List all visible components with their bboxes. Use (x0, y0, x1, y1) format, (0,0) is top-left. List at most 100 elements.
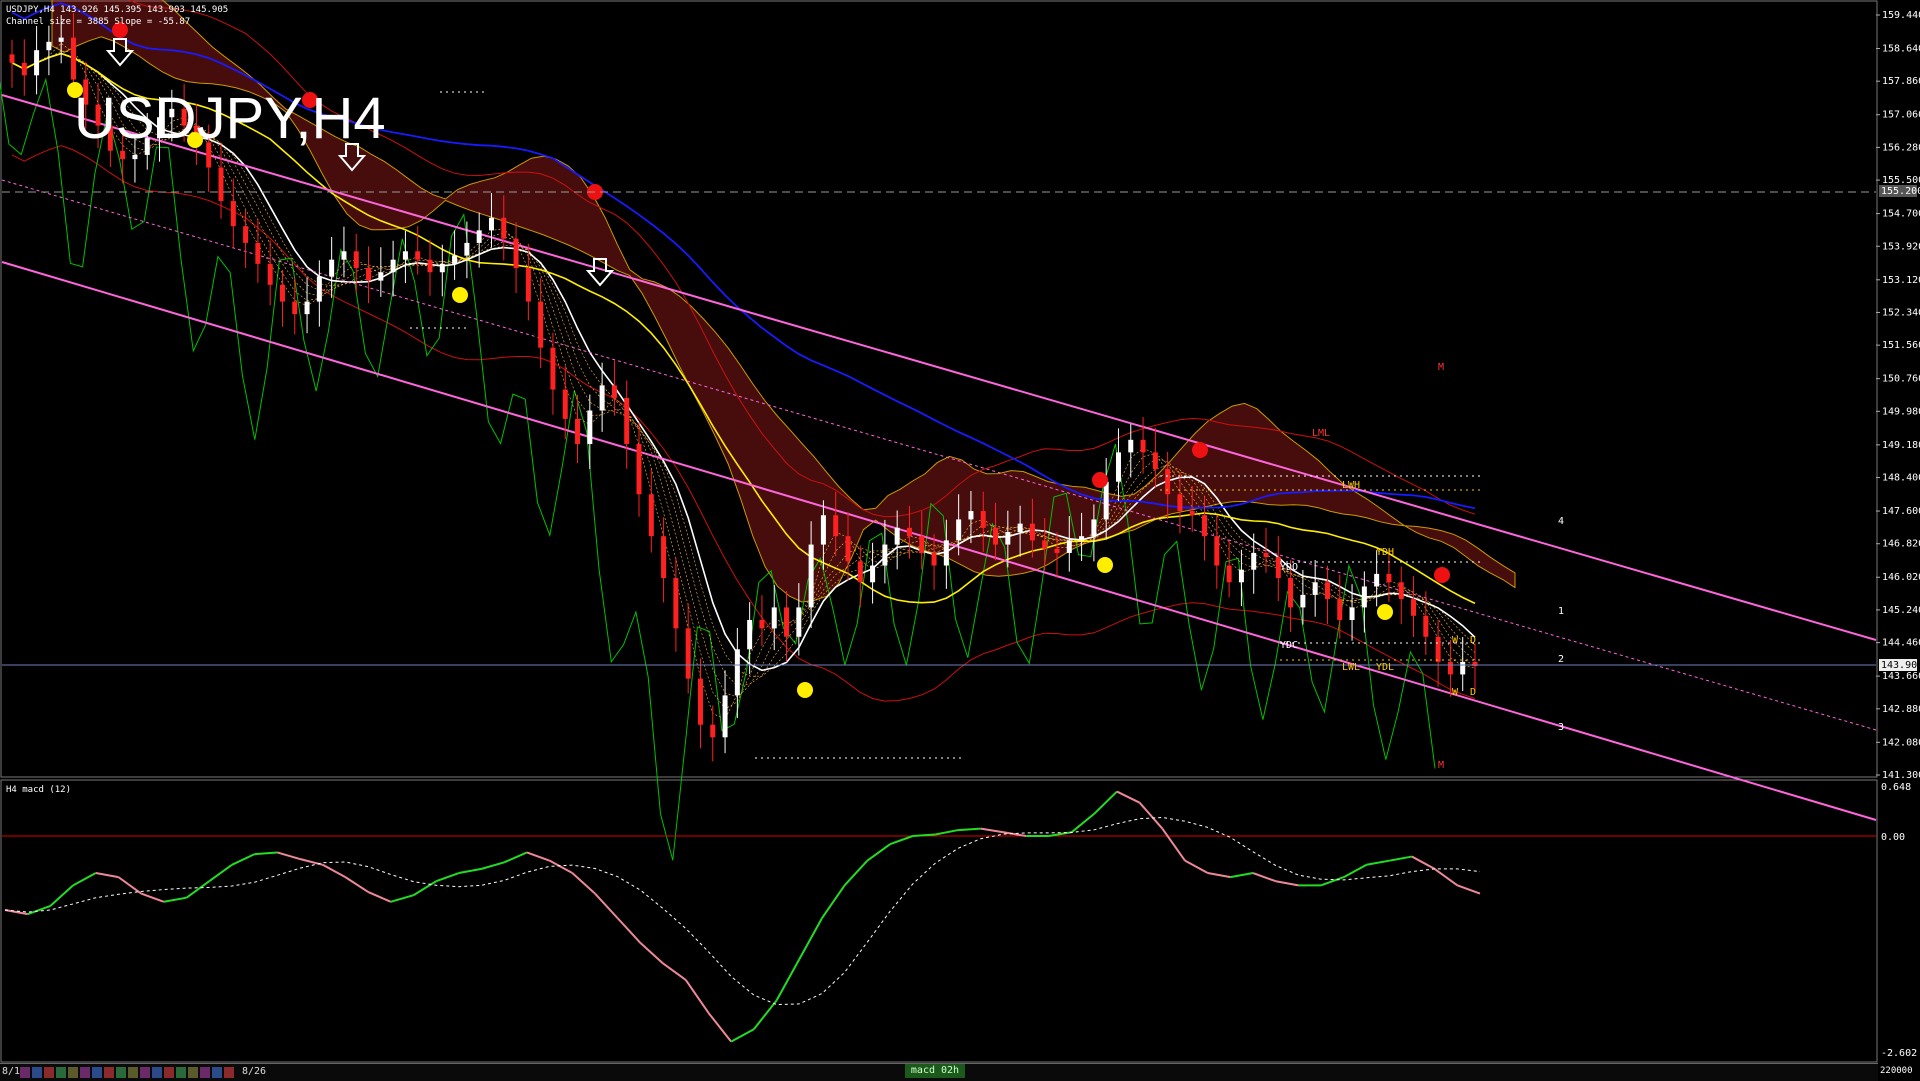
level-lml: LML (1312, 428, 1330, 439)
price-tick-label: 156.280 (1882, 142, 1920, 153)
timeline-block[interactable] (32, 1067, 42, 1078)
macd-segment (1411, 855, 1436, 870)
price-tick-label: 159.440 (1882, 10, 1920, 21)
macd-segment (208, 863, 233, 883)
candle-body (599, 385, 605, 411)
candle-body (968, 511, 974, 520)
macd-segment (1138, 802, 1164, 830)
macd-segment (1161, 828, 1186, 862)
candle-body (1226, 565, 1232, 583)
candle-body (734, 649, 740, 696)
level-w-top: W (1452, 635, 1459, 646)
candle-body (1214, 536, 1220, 566)
timeline-block[interactable] (176, 1067, 186, 1078)
candle-body (1091, 519, 1097, 537)
indicator-window-tab[interactable]: macd 02h (905, 1064, 965, 1078)
macd-segment (390, 894, 414, 903)
candle-body (488, 217, 494, 231)
candle-body (808, 544, 814, 608)
macd-segment (549, 859, 573, 874)
macd-signal-line (4, 816, 1481, 1006)
candle-body (390, 259, 396, 273)
macd-segment (1343, 863, 1368, 879)
candle-body (1140, 439, 1146, 453)
timeline-block[interactable] (200, 1067, 210, 1078)
macd-segment (980, 827, 1004, 834)
macd-segment (1230, 872, 1254, 879)
price-tick-label: 155.500 (1882, 175, 1920, 186)
macd-segment (798, 917, 823, 960)
price-tick-label: 141.300 (1882, 770, 1920, 781)
candle-body (366, 268, 372, 281)
dashed-price-tag-label: 155.200 (1881, 186, 1920, 197)
candle-body (378, 272, 384, 281)
timeline-block[interactable] (224, 1067, 234, 1078)
buy-signal-marker (1097, 557, 1113, 573)
timeline-block[interactable] (92, 1067, 102, 1078)
timeline-block[interactable] (56, 1067, 66, 1078)
timeline-block[interactable] (20, 1067, 30, 1078)
candle-body (673, 578, 679, 629)
candle-body (34, 50, 40, 76)
candle-body (1103, 481, 1109, 520)
candle-body (1374, 573, 1380, 587)
price-tick-label: 150.760 (1882, 374, 1920, 385)
candle-body (132, 154, 138, 160)
chart-info-line: USDJPY,H4 143.926 145.395 143.903 145.90… (6, 5, 228, 15)
regression-channel (1, 94, 1877, 821)
timeline-block[interactable] (152, 1067, 162, 1078)
candle-body (1411, 599, 1417, 616)
price-tick-label: 142.880 (1882, 704, 1920, 715)
candle-body (1251, 552, 1257, 570)
candle-body (1017, 523, 1023, 533)
sell-signal-marker (1192, 442, 1208, 458)
level-ydh: YDH (1376, 547, 1394, 558)
candle-body (1312, 582, 1318, 595)
candle-body (1005, 532, 1011, 545)
channel-marker-2: 2 (1558, 654, 1564, 665)
timeline-block[interactable] (128, 1067, 138, 1078)
candle-body (894, 527, 900, 545)
candle-body (636, 444, 642, 495)
macd-label: H4 macd (12) (6, 785, 71, 795)
candle-body (292, 301, 298, 315)
timeline-block[interactable] (212, 1067, 222, 1078)
timeline-block[interactable] (80, 1067, 90, 1078)
candle-body (882, 544, 888, 566)
candle-body (21, 62, 27, 76)
timeline-block[interactable] (188, 1067, 198, 1078)
candle-body (402, 251, 408, 260)
timeline-block[interactable] (104, 1067, 114, 1078)
macd-segment (277, 851, 301, 860)
price-tick-label: 147.600 (1882, 506, 1920, 517)
price-tick-label: 154.700 (1882, 209, 1920, 220)
timeline-block[interactable] (44, 1067, 54, 1078)
date-label-mid: 8/26 (242, 1066, 267, 1077)
macd-segment (72, 872, 97, 887)
candle-body (1361, 586, 1367, 608)
candle-body (661, 536, 667, 579)
timeline-block[interactable] (140, 1067, 150, 1078)
candle-body (685, 628, 691, 679)
candle-body (1165, 469, 1171, 495)
candle-body (120, 150, 126, 160)
candle-body (1238, 569, 1244, 583)
candle-body (1288, 578, 1294, 608)
macd-segment (95, 872, 119, 879)
timeline-block[interactable] (68, 1067, 78, 1078)
candle-body (1324, 582, 1330, 600)
macd-segment (1320, 876, 1345, 887)
price-chart[interactable]: USDJPY,H4 143.926 145.395 143.903 145.90… (0, 0, 1920, 1080)
macd-segment (935, 829, 959, 836)
timeline-block[interactable] (116, 1067, 126, 1078)
price-tick-label: 149.980 (1882, 406, 1920, 417)
candle-body (1386, 573, 1392, 583)
buy-signal-marker (1377, 604, 1393, 620)
candle-body (1398, 582, 1404, 600)
macd-segment (1434, 868, 1458, 887)
candle-body (513, 238, 519, 269)
timeline-block[interactable] (164, 1067, 174, 1078)
macd-segment (1207, 872, 1231, 879)
candle-body (1202, 515, 1208, 537)
candle-body (980, 511, 986, 528)
